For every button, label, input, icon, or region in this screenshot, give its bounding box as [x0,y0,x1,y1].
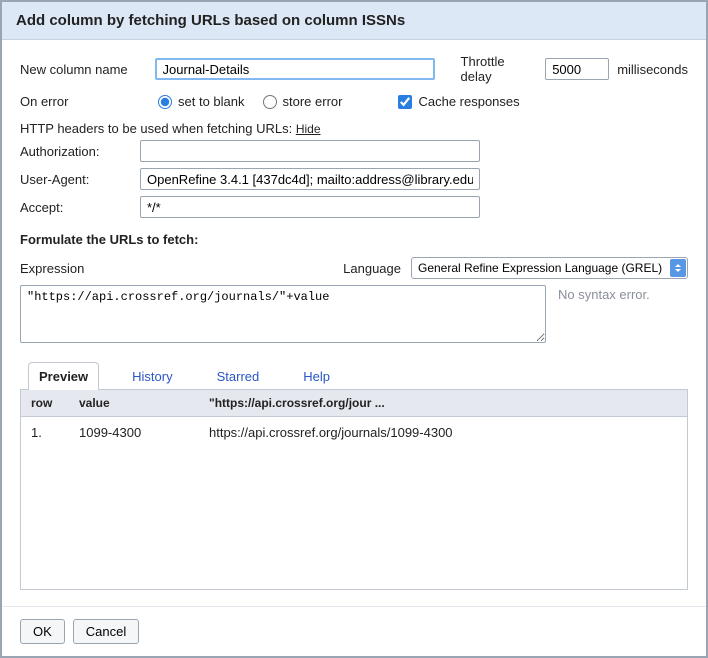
header-value-authorization[interactable] [140,140,480,162]
col-value-header: value [79,396,209,410]
dialog: Add column by fetching URLs based on col… [0,0,708,658]
throttle-input[interactable] [545,58,609,80]
headers-table: Authorization: User-Agent: Accept: [20,140,688,218]
headers-title-text: HTTP headers to be used when fetching UR… [20,121,292,136]
headers-title: HTTP headers to be used when fetching UR… [20,121,688,136]
on-error-options: set to blank store error [158,94,354,109]
tab-preview[interactable]: Preview [28,362,99,390]
cache-wrap: Cache responses [398,94,519,109]
expression-meta-row: Expression Language General Refine Expre… [20,257,688,279]
header-key-authorization: Authorization: [20,144,140,159]
language-select[interactable]: General Refine Expression Language (GREL… [411,257,688,279]
dialog-title: Add column by fetching URLs based on col… [2,2,706,40]
syntax-status: No syntax error. [558,285,688,343]
tab-history[interactable]: History [121,362,183,390]
table-row: 1. 1099-4300 https://api.crossref.org/jo… [21,417,687,448]
header-value-accept[interactable] [140,196,480,218]
on-error-label: On error [20,94,150,109]
new-column-row: New column name Throttle delay milliseco… [20,54,688,84]
cache-label: Cache responses [418,94,519,109]
cell-result: https://api.crossref.org/journals/1099-4… [209,425,677,440]
cancel-button[interactable]: Cancel [73,619,139,644]
preview-header: row value "https://api.crossref.org/jour… [21,390,687,417]
cache-checkbox[interactable] [398,95,412,109]
dialog-footer: OK Cancel [2,606,706,656]
col-row-header: row [31,396,79,410]
cell-row-n: 1. [31,425,79,440]
expression-label: Expression [20,261,84,276]
language-label: Language [343,261,401,276]
header-key-accept: Accept: [20,200,140,215]
expression-area-row: "https://api.crossref.org/journals/"+val… [20,285,688,343]
on-error-row: On error set to blank store error Cache … [20,94,688,109]
tab-starred[interactable]: Starred [206,362,271,390]
radio-store-error-label: store error [283,94,343,109]
preview-panel: row value "https://api.crossref.org/jour… [20,390,688,590]
throttle-label: Throttle delay [461,54,538,84]
formulate-title: Formulate the URLs to fetch: [20,232,688,247]
tab-help[interactable]: Help [292,362,341,390]
radio-set-blank-label: set to blank [178,94,245,109]
tabs: Preview History Starred Help [20,361,688,390]
radio-store-error[interactable] [263,95,277,109]
cell-value: 1099-4300 [79,425,209,440]
new-column-label: New column name [20,62,147,77]
language-select-wrap: General Refine Expression Language (GREL… [411,257,688,279]
new-column-input[interactable] [155,58,435,80]
col-result-header: "https://api.crossref.org/jour ... [209,396,677,410]
headers-toggle-link[interactable]: Hide [296,122,321,136]
ok-button[interactable]: OK [20,619,65,644]
radio-set-blank[interactable] [158,95,172,109]
dialog-body: New column name Throttle delay milliseco… [2,40,706,606]
throttle-unit: milliseconds [617,62,688,77]
header-value-user-agent[interactable] [140,168,480,190]
header-key-user-agent: User-Agent: [20,172,140,187]
expression-textarea[interactable]: "https://api.crossref.org/journals/"+val… [20,285,546,343]
